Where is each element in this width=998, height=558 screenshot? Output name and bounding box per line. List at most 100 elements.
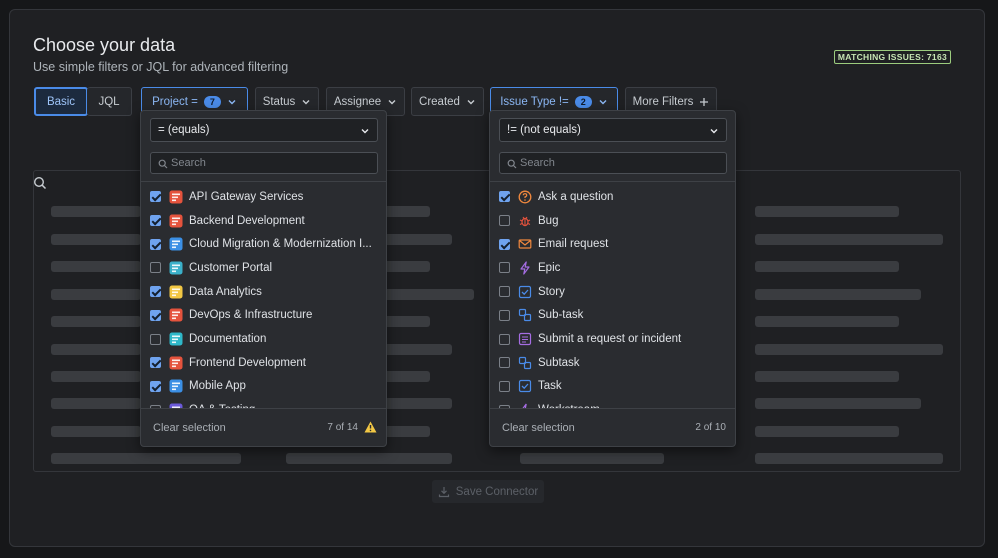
list-item-label: Subtask — [538, 356, 580, 369]
checkbox-checked[interactable] — [499, 238, 510, 250]
cloud-icon — [169, 237, 183, 251]
list-item[interactable]: Frontend Development — [141, 351, 386, 375]
project-operator-value: = (equals) — [158, 124, 210, 136]
list-item-label: Epic — [538, 261, 561, 274]
list-item-label: Cloud Migration & Modernization I... — [189, 238, 372, 251]
list-item-label: Customer Portal — [189, 261, 273, 274]
project-clear-selection[interactable]: Clear selection — [153, 422, 226, 434]
project-filter-label: Project = — [152, 95, 198, 108]
checkbox-unchecked[interactable] — [499, 333, 510, 345]
status-filter-label: Status — [262, 95, 296, 108]
epic-icon — [518, 261, 532, 275]
chevron-down-icon — [361, 129, 369, 134]
list-item[interactable]: Customer Portal — [141, 256, 386, 280]
list-item-label: Submit a request or incident — [538, 333, 682, 346]
checkbox-checked[interactable] — [150, 238, 161, 250]
issue-type-operator-value: != (not equals) — [507, 124, 581, 136]
assignee-filter-label: Assignee — [333, 95, 382, 108]
checkbox-checked[interactable] — [150, 357, 161, 369]
checkbox-unchecked[interactable] — [499, 309, 510, 321]
skeleton-cell — [51, 344, 141, 355]
issue-type-clear-selection[interactable]: Clear selection — [502, 422, 575, 434]
issue-type-search-input[interactable]: Search — [499, 152, 727, 174]
basic-label: Basic — [46, 95, 76, 108]
backend-icon — [169, 214, 183, 228]
checkbox-checked[interactable] — [150, 380, 161, 392]
checkbox-unchecked[interactable] — [150, 333, 161, 345]
list-item[interactable]: Story — [490, 280, 735, 304]
list-item-label: Mobile App — [189, 380, 246, 393]
issue-type-filter-label: Issue Type != — [500, 95, 569, 108]
skeleton-cell — [755, 261, 899, 272]
created-filter-button[interactable]: Created — [411, 87, 484, 116]
search-icon — [158, 159, 168, 169]
list-item-label: DevOps & Infrastructure — [189, 309, 313, 322]
search-icon[interactable] — [33, 176, 47, 190]
frontend-icon — [169, 356, 183, 370]
skeleton-cell — [755, 371, 899, 382]
issue-type-dropdown: != (not equals) Search Ask a question Bug… — [489, 110, 736, 447]
project-list: API Gateway Services Backend Development C… — [141, 182, 386, 409]
list-item[interactable]: Email request — [490, 232, 735, 256]
checkbox-unchecked[interactable] — [499, 380, 510, 392]
checkbox-unchecked[interactable] — [499, 286, 510, 298]
list-item[interactable]: Data Analytics — [141, 280, 386, 304]
list-item[interactable]: Subtask — [490, 351, 735, 375]
created-filter-label: Created — [419, 95, 460, 108]
issue-type-operator-select[interactable]: != (not equals) — [499, 118, 727, 142]
skeleton-cell — [51, 289, 141, 300]
more-filters-label: More Filters — [632, 95, 694, 108]
basic-mode-button[interactable]: Basic — [34, 87, 88, 116]
list-item-label: Backend Development — [189, 214, 305, 227]
list-item[interactable]: API Gateway Services — [141, 185, 386, 209]
email-icon — [518, 237, 532, 251]
list-item[interactable]: DevOps & Infrastructure — [141, 304, 386, 328]
checkbox-unchecked[interactable] — [499, 262, 510, 274]
docs-icon — [169, 332, 183, 346]
project-operator-select[interactable]: = (equals) — [150, 118, 378, 142]
checkbox-checked[interactable] — [150, 191, 161, 203]
checkbox-unchecked[interactable] — [150, 262, 161, 274]
checkbox-checked[interactable] — [150, 286, 161, 298]
question-icon — [518, 190, 532, 204]
skeleton-cell — [51, 206, 141, 217]
list-item-label: Frontend Development — [189, 356, 306, 369]
list-item[interactable]: Cloud Migration & Modernization I... — [141, 232, 386, 256]
list-item-label: Bug — [538, 214, 559, 227]
issue-type-list: Ask a question Bug Email request Epic Story S… — [490, 182, 735, 409]
list-item[interactable]: Submit a request or incident — [490, 327, 735, 351]
skeleton-cell — [755, 234, 943, 245]
analytics-icon — [169, 285, 183, 299]
skeleton-cell — [755, 289, 921, 300]
list-item-label: Email request — [538, 238, 609, 251]
checkbox-unchecked[interactable] — [499, 357, 510, 369]
checkbox-checked[interactable] — [150, 215, 161, 227]
list-item[interactable]: Documentation — [141, 327, 386, 351]
list-item[interactable]: Ask a question — [490, 185, 735, 209]
save-connector-label: Save Connector — [455, 485, 539, 498]
task-icon — [518, 379, 532, 393]
jql-label: JQL — [98, 95, 120, 108]
checkbox-checked[interactable] — [150, 309, 161, 321]
skeleton-cell — [755, 398, 921, 409]
list-item[interactable]: Epic — [490, 256, 735, 280]
save-connector-button[interactable]: Save Connector — [432, 480, 544, 503]
portal-icon — [169, 261, 183, 275]
subtask-icon — [518, 356, 532, 370]
project-search-input[interactable]: Search — [150, 152, 378, 174]
skeleton-cell — [51, 261, 141, 272]
list-item-label: Ask a question — [538, 190, 614, 203]
page-subtitle: Use simple filters or JQL for advanced f… — [33, 60, 289, 74]
list-item[interactable]: Sub-task — [490, 304, 735, 328]
matching-issues-badge: MATCHING ISSUES: 7163 — [833, 50, 951, 64]
list-item-label: Documentation — [189, 333, 267, 346]
checkbox-checked[interactable] — [499, 191, 510, 203]
checkbox-unchecked[interactable] — [499, 215, 510, 227]
list-item[interactable]: Backend Development — [141, 209, 386, 233]
jql-mode-button[interactable]: JQL — [87, 87, 132, 116]
skeleton-cell — [51, 234, 141, 245]
list-item[interactable]: Mobile App — [141, 375, 386, 399]
skeleton-cell — [755, 426, 899, 437]
list-item[interactable]: Bug — [490, 209, 735, 233]
list-item[interactable]: Task — [490, 375, 735, 399]
